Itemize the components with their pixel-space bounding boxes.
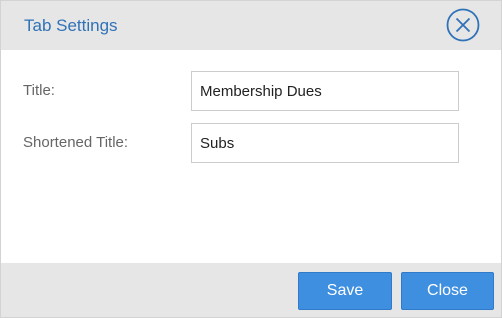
close-circle-icon-graphic — [446, 8, 480, 42]
close-circle-icon[interactable] — [446, 8, 480, 42]
shortened-title-label: Shortened Title: — [23, 134, 129, 151]
close-button[interactable]: Close — [401, 272, 494, 310]
save-button[interactable]: Save — [298, 272, 392, 310]
shortened-title-input[interactable] — [191, 123, 459, 163]
dialog-header: Tab Settings — [1, 1, 501, 50]
title-input[interactable] — [191, 71, 459, 111]
title-label: Title: — [23, 82, 55, 99]
dialog-footer: Save Close — [1, 263, 501, 317]
tab-settings-dialog: Tab Settings Title: Shortened Title: Sav… — [0, 0, 502, 318]
dialog-title: Tab Settings — [24, 16, 118, 35]
